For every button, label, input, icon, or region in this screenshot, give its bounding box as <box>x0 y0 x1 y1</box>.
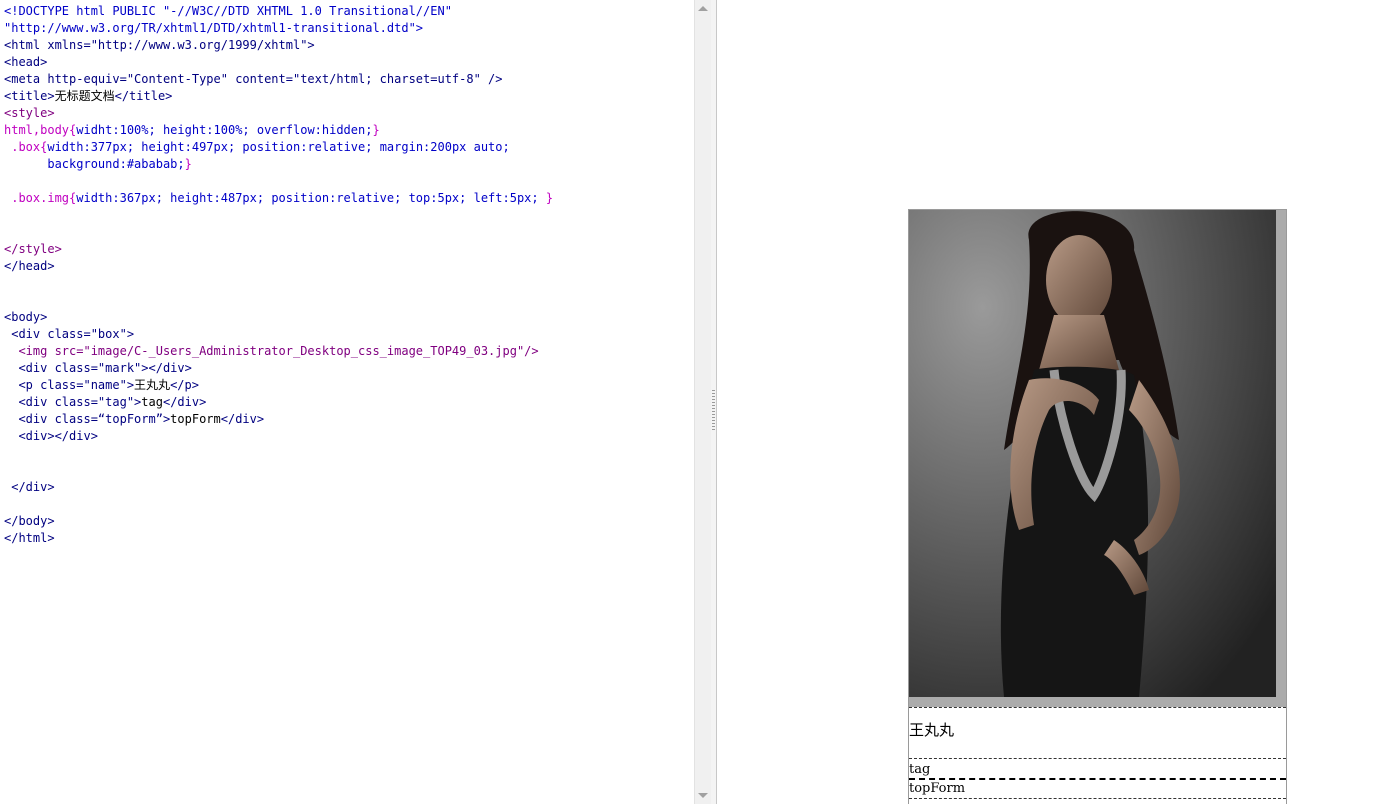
code-line[interactable]: "http://www.w3.org/TR/xhtml1/DTD/xhtml1-… <box>4 20 553 37</box>
code-line[interactable] <box>4 173 553 190</box>
code-token: </div> <box>4 480 55 494</box>
box: 王丸丸 tag topForm <box>908 209 1287 804</box>
code-line[interactable]: <img src="image/C-_Users_Administrator_D… <box>4 343 553 360</box>
code-line[interactable]: <body> <box>4 309 553 326</box>
code-token: <body> <box>4 310 48 324</box>
code-token: <div class=“topForm”> <box>4 412 171 426</box>
code-line[interactable]: <div class="box"> <box>4 326 553 343</box>
code-line[interactable]: </head> <box>4 258 553 275</box>
code-line[interactable] <box>4 224 553 241</box>
code-line[interactable]: html,body{widht:100%; height:100%; overf… <box>4 122 553 139</box>
code-token: "http://www.w3.org/TR/xhtml1/DTD/xhtml1-… <box>4 21 424 35</box>
code-token: </div> <box>162 395 207 409</box>
tag-text: tag <box>909 758 1286 780</box>
code-token: </style> <box>4 242 62 256</box>
code-editor-pane[interactable]: <!DOCTYPE html PUBLIC "-//W3C//DTD XHTML… <box>0 0 694 804</box>
code-line[interactable]: <div class=“topForm”>topForm</div> <box>4 411 553 428</box>
portrait-image <box>909 210 1276 697</box>
code-token: <!DOCTYPE html PUBLIC "-//W3C//DTD XHTML… <box>4 4 452 18</box>
code-token: topForm <box>170 412 221 426</box>
code-token: 王丸丸 <box>134 378 171 392</box>
code-token: <div></div> <box>4 429 98 443</box>
code-token: <meta http-equiv="Content-Type" content=… <box>4 72 503 86</box>
code-token: .box.img{ <box>4 191 77 205</box>
code-line[interactable]: <div></div> <box>4 428 553 445</box>
code-token: </title> <box>114 89 173 103</box>
code-token: </p> <box>170 378 199 392</box>
code-token: } <box>545 191 554 205</box>
code-line[interactable]: <p class="name">王丸丸</p> <box>4 377 553 394</box>
code-token: } <box>372 123 380 137</box>
code-token: </html> <box>4 531 55 545</box>
code-line[interactable]: background:#ababab;} <box>4 156 553 173</box>
code-line[interactable]: <div class="tag">tag</div> <box>4 394 553 411</box>
code-token: </div> <box>220 412 265 426</box>
code-token: width:367px; height:487px; position:rela… <box>76 191 546 205</box>
code-token: widht:100%; height:100%; overflow:hidden… <box>76 123 373 137</box>
code-token: tag <box>141 395 163 409</box>
code-token: width:377px; height:497px; position:rela… <box>47 140 510 154</box>
source-code[interactable]: <!DOCTYPE html PUBLIC "-//W3C//DTD XHTML… <box>4 3 553 547</box>
scroll-up-arrow-icon[interactable] <box>698 6 708 11</box>
code-token: <img src="image/C-_Users_Administrator_D… <box>4 344 539 358</box>
code-line[interactable]: .box{width:377px; height:497px; position… <box>4 139 553 156</box>
code-token: <title> <box>4 89 55 103</box>
code-line[interactable]: <html xmlns="http://www.w3.org/1999/xhtm… <box>4 37 553 54</box>
code-line[interactable] <box>4 207 553 224</box>
name-text: 王丸丸 <box>909 721 955 739</box>
code-token: .box{ <box>4 140 48 154</box>
topform-text: topForm <box>909 780 1286 799</box>
code-line[interactable]: <head> <box>4 54 553 71</box>
code-token: <html xmlns="http://www.w3.org/1999/xhtm… <box>4 38 315 52</box>
code-line[interactable]: </body> <box>4 513 553 530</box>
code-token: <div class="tag"> <box>4 395 142 409</box>
design-preview-pane: 王丸丸 tag topForm <box>717 0 1374 804</box>
code-token: <div class="box"> <box>4 327 135 341</box>
code-token: <div class="mark"></div> <box>4 361 192 375</box>
mark <box>909 707 1286 708</box>
code-line[interactable]: <!DOCTYPE html PUBLIC "-//W3C//DTD XHTML… <box>4 3 553 20</box>
code-token: html,body{ <box>4 123 77 137</box>
code-token: <style> <box>4 106 55 120</box>
code-line[interactable] <box>4 275 553 292</box>
code-line[interactable]: </style> <box>4 241 553 258</box>
scroll-down-arrow-icon[interactable] <box>698 793 708 798</box>
code-token: </head> <box>4 259 55 273</box>
box-background <box>909 210 1286 707</box>
code-line[interactable]: <style> <box>4 105 553 122</box>
code-line[interactable]: <title>无标题文档</title> <box>4 88 553 105</box>
code-line[interactable]: <div class="mark"></div> <box>4 360 553 377</box>
code-line[interactable] <box>4 445 553 462</box>
code-line[interactable]: </html> <box>4 530 553 547</box>
code-token: <head> <box>4 55 48 69</box>
code-line[interactable]: <meta http-equiv="Content-Type" content=… <box>4 71 553 88</box>
code-line[interactable] <box>4 462 553 479</box>
code-token: 无标题文档 <box>54 89 115 103</box>
code-token: <p class="name"> <box>4 378 135 392</box>
code-token: } <box>184 157 192 171</box>
code-token: </body> <box>4 514 55 528</box>
code-line[interactable]: .box.img{width:367px; height:487px; posi… <box>4 190 553 207</box>
code-line[interactable] <box>4 292 553 309</box>
code-line[interactable]: </div> <box>4 479 553 496</box>
portrait-illustration <box>909 210 1276 697</box>
code-token: background:#ababab; <box>4 157 185 171</box>
splitter-grip-icon[interactable] <box>712 390 715 430</box>
code-line[interactable] <box>4 496 553 513</box>
editor-vertical-scrollbar[interactable] <box>694 0 712 804</box>
